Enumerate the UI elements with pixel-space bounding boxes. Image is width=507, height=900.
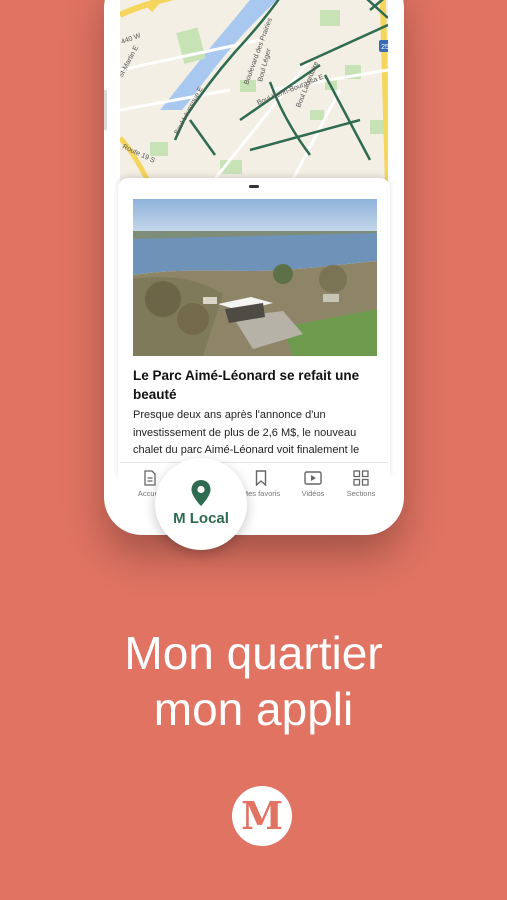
tab-label: Sections <box>346 489 376 498</box>
article-excerpt: Presque deux ans après l'annonce d'un in… <box>133 409 360 456</box>
sheet-drag-handle[interactable] <box>249 185 259 188</box>
park-aerial-image <box>133 199 377 356</box>
map-graphic: 440 W St-Martin E Boulevard des Prairies… <box>120 0 388 185</box>
phone-mockup: 440 W St-Martin E Boulevard des Prairies… <box>104 0 404 535</box>
article-title[interactable]: Le Parc Aimé-Léonard se refait une beaut… <box>133 366 373 404</box>
m-local-label: M Local <box>173 510 229 527</box>
logo-letter: M <box>240 793 284 838</box>
tab-label: Vidéos <box>301 489 325 498</box>
tagline-line-1: Mon quartier <box>124 627 383 679</box>
bookmark-icon <box>255 470 267 486</box>
tab-videos[interactable]: Vidéos <box>287 467 339 505</box>
tagline: Mon quartier mon appli <box>0 625 507 737</box>
document-icon <box>144 470 156 486</box>
map-label: 440 W <box>120 32 142 46</box>
highway-badge: 25 <box>381 44 388 51</box>
grid-icon <box>353 470 369 486</box>
article-sheet[interactable]: Le Parc Aimé-Léonard se refait une beaut… <box>118 178 390 478</box>
article-photo[interactable] <box>133 199 377 356</box>
phone-side-button <box>104 90 107 130</box>
tab-sections[interactable]: Sections <box>335 467 387 505</box>
play-icon <box>304 471 322 485</box>
map-label: St-Martin E <box>120 44 140 78</box>
brand-logo: M <box>232 786 292 846</box>
map-label: Boul Henri-Bourassa E <box>256 74 325 107</box>
map-pin-icon <box>191 480 211 506</box>
m-local-button[interactable]: M Local <box>155 458 247 550</box>
map-view[interactable]: 440 W St-Martin E Boulevard des Prairies… <box>120 0 388 185</box>
tagline-line-2: mon appli <box>153 683 354 735</box>
